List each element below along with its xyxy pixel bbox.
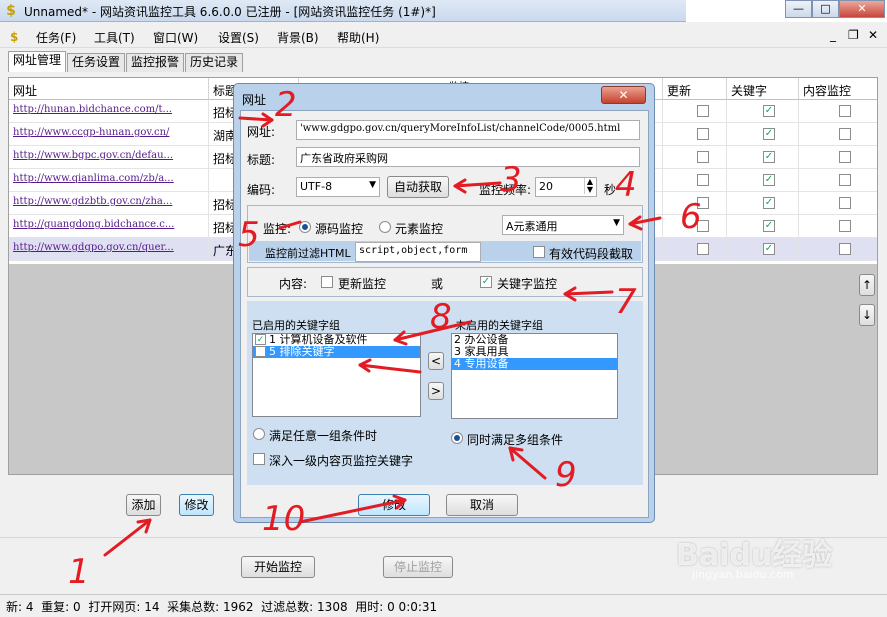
annotation-6: 6 (680, 197, 702, 237)
annotation-5: 5 (238, 215, 260, 255)
annotation-2: 2 (275, 85, 297, 125)
annotation-3: 3 (500, 160, 522, 200)
watermark-site: jingyan.baidu.com (692, 568, 794, 581)
annotation-1: 1 (68, 552, 90, 592)
arrow-10 (298, 498, 407, 524)
arrow-7 (563, 290, 614, 296)
arrow-5 (278, 220, 302, 230)
arrow-1 (103, 518, 152, 557)
annotation-10: 10 (262, 499, 306, 539)
arrow-9 (508, 446, 547, 480)
annotation-8: 8 (430, 297, 452, 337)
annotation-9: 9 (555, 455, 577, 495)
annotation-7: 7 (615, 282, 637, 322)
annotation-4: 4 (615, 165, 637, 205)
